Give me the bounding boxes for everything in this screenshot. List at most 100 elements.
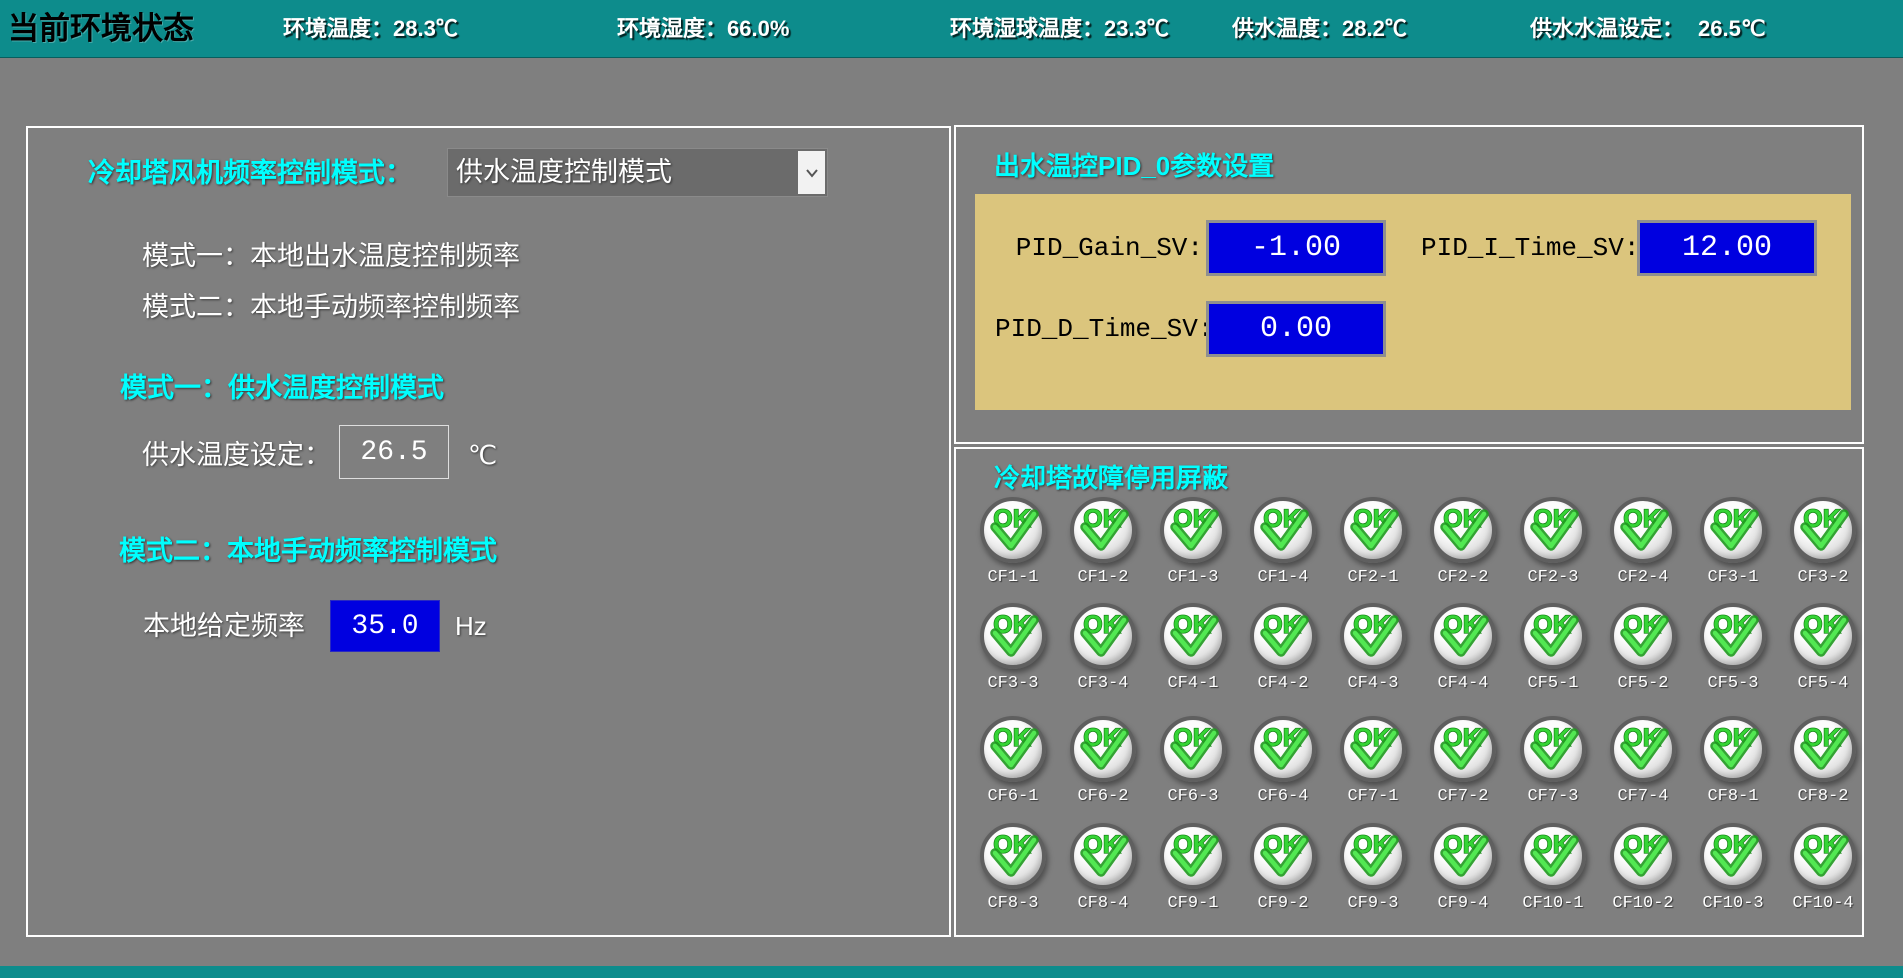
fault-mask-ok-button[interactable]: OK (1430, 716, 1496, 782)
wet-bulb-temp-reading: 环境湿球温度：23.3℃ (950, 0, 1169, 57)
breaker-label: CF3-3 (987, 674, 1038, 693)
breaker-cell: OK CF10-4 (1778, 823, 1868, 913)
fault-mask-ok-button[interactable]: OK (980, 716, 1046, 782)
breaker-label: CF7-3 (1527, 787, 1578, 806)
fault-mask-ok-button[interactable]: OK (1070, 823, 1136, 889)
fault-mask-ok-button[interactable]: OK (1070, 497, 1136, 563)
local-frequency-unit: Hz (455, 609, 487, 643)
fault-mask-ok-button[interactable]: OK (1430, 823, 1496, 889)
ok-check-icon: OK (1254, 827, 1312, 885)
breaker-label: CF2-1 (1347, 568, 1398, 587)
breaker-label: CF1-4 (1257, 568, 1308, 587)
fault-mask-ok-button[interactable]: OK (1790, 497, 1856, 563)
fault-mask-ok-button[interactable]: OK (1790, 716, 1856, 782)
mode-select-dropdown[interactable]: 供水温度控制模式 (447, 148, 828, 197)
ok-check-icon: OK (1614, 607, 1672, 665)
breaker-label: CF6-2 (1077, 787, 1128, 806)
fault-mask-ok-button[interactable]: OK (1340, 823, 1406, 889)
breaker-label: CF9-3 (1347, 894, 1398, 913)
local-frequency-label: 本地给定频率 (143, 609, 305, 643)
ok-check-icon: OK (1164, 501, 1222, 559)
fault-mask-ok-button[interactable]: OK (980, 823, 1046, 889)
breaker-label: CF9-1 (1167, 894, 1218, 913)
breaker-label: CF1-2 (1077, 568, 1128, 587)
fault-mask-ok-button[interactable]: OK (1700, 716, 1766, 782)
breaker-label: CF7-4 (1617, 787, 1668, 806)
breaker-cell: OK CF1-2 (1058, 497, 1148, 587)
fault-mask-ok-button[interactable]: OK (1340, 603, 1406, 669)
fault-mask-ok-button[interactable]: OK (1790, 603, 1856, 669)
ok-check-icon: OK (1794, 827, 1852, 885)
fault-mask-ok-button[interactable]: OK (1070, 716, 1136, 782)
pid-gain-label: PID_Gain_SV: (995, 231, 1203, 265)
breaker-label: CF8-1 (1707, 787, 1758, 806)
pid-parameters-box: PID_Gain_SV: -1.00 PID_I_Time_SV: 12.00 … (975, 194, 1851, 410)
pid-dtime-input[interactable]: 0.00 (1206, 301, 1386, 357)
breaker-label: CF7-2 (1437, 787, 1488, 806)
breaker-cell: OK CF4-2 (1238, 603, 1328, 693)
fault-mask-ok-button[interactable]: OK (1520, 823, 1586, 889)
fault-mask-ok-button[interactable]: OK (1340, 497, 1406, 563)
fault-mask-ok-button[interactable]: OK (1430, 603, 1496, 669)
ok-check-icon: OK (1614, 827, 1672, 885)
fault-mask-ok-button[interactable]: OK (1700, 603, 1766, 669)
ok-check-icon: OK (1794, 501, 1852, 559)
breaker-cell: OK CF8-3 (968, 823, 1058, 913)
ok-check-icon: OK (1704, 827, 1762, 885)
breaker-cell: OK CF6-2 (1058, 716, 1148, 806)
breaker-label: CF4-2 (1257, 674, 1308, 693)
fault-mask-ok-button[interactable]: OK (1160, 497, 1226, 563)
mode2-description: 模式二：本地手动频率控制频率 (142, 290, 520, 324)
fault-mask-ok-button[interactable]: OK (1160, 716, 1226, 782)
pid-settings-panel: 出水温控PID_0参数设置 PID_Gain_SV: -1.00 PID_I_T… (954, 125, 1864, 444)
breaker-cell: OK CF1-3 (1148, 497, 1238, 587)
fault-mask-ok-button[interactable]: OK (1610, 497, 1676, 563)
breaker-label: CF6-4 (1257, 787, 1308, 806)
fault-mask-ok-button[interactable]: OK (980, 603, 1046, 669)
breaker-label: CF1-1 (987, 568, 1038, 587)
ok-check-icon: OK (1614, 501, 1672, 559)
fault-mask-ok-button[interactable]: OK (1250, 497, 1316, 563)
fault-mask-ok-button[interactable]: OK (1520, 716, 1586, 782)
ok-check-icon: OK (1434, 827, 1492, 885)
breaker-label: CF2-2 (1437, 568, 1488, 587)
fault-mask-ok-button[interactable]: OK (1610, 716, 1676, 782)
ok-check-icon: OK (1074, 501, 1132, 559)
supply-temp-setpoint-input[interactable]: 26.5 (339, 425, 449, 479)
ok-check-icon: OK (1164, 720, 1222, 778)
breaker-label: CF5-1 (1527, 674, 1578, 693)
breaker-cell: OK CF5-4 (1778, 603, 1868, 693)
fault-mask-ok-button[interactable]: OK (1340, 716, 1406, 782)
breaker-cell: OK CF1-4 (1238, 497, 1328, 587)
fault-mask-ok-button[interactable]: OK (1070, 603, 1136, 669)
breaker-label: CF1-3 (1167, 568, 1218, 587)
fault-mask-ok-button[interactable]: OK (1610, 823, 1676, 889)
pid-gain-input[interactable]: -1.00 (1206, 220, 1386, 276)
fault-mask-ok-button[interactable]: OK (1610, 603, 1676, 669)
ok-check-icon: OK (1794, 607, 1852, 665)
ok-check-icon: OK (1524, 827, 1582, 885)
fault-mask-ok-button[interactable]: OK (1250, 716, 1316, 782)
fault-mask-ok-button[interactable]: OK (1700, 823, 1766, 889)
local-frequency-input[interactable]: 35.0 (330, 600, 440, 652)
breaker-cell: OK CF2-2 (1418, 497, 1508, 587)
fault-mask-ok-button[interactable]: OK (1160, 603, 1226, 669)
breaker-cell: OK CF7-1 (1328, 716, 1418, 806)
fault-mask-ok-button[interactable]: OK (1160, 823, 1226, 889)
fault-mask-ok-button[interactable]: OK (1250, 603, 1316, 669)
fault-mask-ok-button[interactable]: OK (1520, 603, 1586, 669)
mode-select-value: 供水温度控制模式 (456, 149, 672, 196)
fault-mask-ok-button[interactable]: OK (1430, 497, 1496, 563)
supply-water-setpoint-reading: 供水水温设定：26.5℃ (1530, 0, 1766, 57)
supply-temp-setpoint-label: 供水温度设定： (142, 438, 331, 472)
fault-mask-ok-button[interactable]: OK (1700, 497, 1766, 563)
fault-mask-ok-button[interactable]: OK (980, 497, 1046, 563)
pid-itime-input[interactable]: 12.00 (1637, 220, 1817, 276)
fault-mask-ok-button[interactable]: OK (1790, 823, 1856, 889)
env-humidity-reading: 环境湿度：66.0% (617, 0, 789, 57)
chevron-down-icon[interactable] (798, 151, 825, 194)
fault-mask-ok-button[interactable]: OK (1250, 823, 1316, 889)
breaker-cell: OK CF7-4 (1598, 716, 1688, 806)
breaker-cell: OK CF4-3 (1328, 603, 1418, 693)
fault-mask-ok-button[interactable]: OK (1520, 497, 1586, 563)
